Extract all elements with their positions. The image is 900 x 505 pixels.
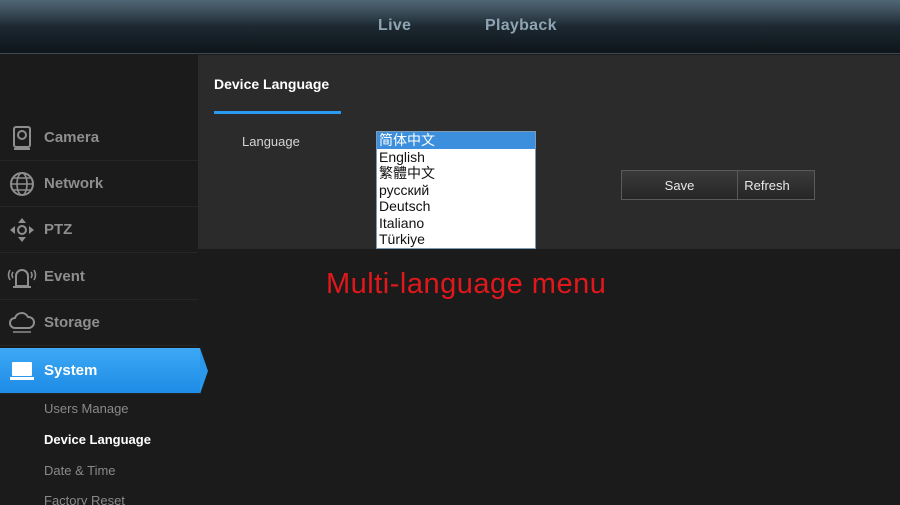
globe-icon [0, 171, 44, 197]
alarm-icon [0, 264, 44, 290]
language-option[interactable]: English [377, 149, 535, 166]
monitor-icon [0, 360, 44, 382]
cloud-icon [0, 311, 44, 335]
language-option[interactable]: Deutsch [377, 198, 535, 215]
top-bar-sheen [0, 0, 900, 26]
caption-text: Multi-language menu [326, 268, 607, 300]
sidebar-item-event[interactable]: Event [0, 254, 198, 300]
subnav-factory-reset[interactable]: Factory Reset [44, 493, 125, 505]
language-option[interactable]: Italiano [377, 215, 535, 232]
tab-underline [214, 111, 341, 114]
subnav-date-time[interactable]: Date & Time [44, 463, 116, 478]
nav-live[interactable]: Live [378, 17, 411, 35]
sidebar-item-ptz[interactable]: PTZ [0, 207, 198, 253]
settings-panel: Device Language Language Refresh Save [198, 55, 900, 249]
nav-playback[interactable]: Playback [485, 17, 557, 35]
language-dropdown-list[interactable]: 简体中文 English 繁體中文 русский Deutsch Italia… [376, 131, 536, 249]
language-option[interactable]: 简体中文 [377, 132, 535, 149]
top-bar: Live Playback [0, 0, 900, 54]
subnav-device-language[interactable]: Device Language [44, 432, 151, 447]
subnav-users-manage[interactable]: Users Manage [44, 401, 129, 416]
sidebar-item-label: Network [44, 175, 104, 192]
language-option[interactable]: 繁體中文 [377, 165, 535, 182]
sidebar-item-storage[interactable]: Storage [0, 300, 198, 346]
app-root: Live Playback Camera Network PTZ Event S… [0, 0, 900, 505]
sidebar-item-label: Event [44, 268, 85, 285]
tab-device-language[interactable]: Device Language [214, 76, 329, 92]
sidebar: Camera Network PTZ Event Storage System … [0, 55, 208, 505]
language-label: Language [242, 134, 300, 149]
sidebar-item-camera[interactable]: Camera [0, 115, 198, 161]
camera-icon [0, 125, 44, 151]
sidebar-item-label: Storage [44, 314, 100, 331]
language-option[interactable]: Türkiye [377, 231, 535, 248]
sidebar-item-label: Camera [44, 129, 100, 146]
save-button-label: Save [664, 177, 695, 193]
sidebar-item-label: PTZ [44, 221, 73, 238]
save-button[interactable]: Save [621, 170, 738, 200]
sidebar-item-label: System [44, 362, 98, 379]
sidebar-item-network[interactable]: Network [0, 161, 198, 207]
sidebar-item-system[interactable]: System [0, 348, 208, 394]
language-option[interactable]: русский [377, 182, 535, 199]
ptz-arrows-icon [0, 217, 44, 243]
